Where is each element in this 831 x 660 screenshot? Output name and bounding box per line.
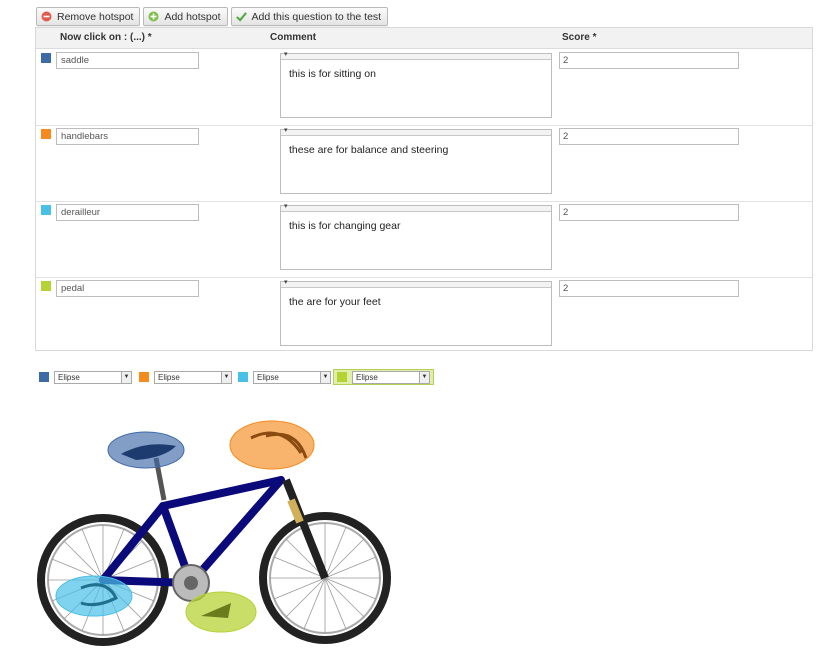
shape-select-value: Elipse	[257, 372, 279, 382]
shape-select-value: Elipse	[58, 372, 80, 382]
table-row: ▾ this is for sitting on	[36, 49, 812, 126]
shape-select[interactable]: Elipse ▼	[54, 370, 132, 384]
remove-hotspot-label: Remove hotspot	[57, 10, 134, 23]
shape-select-value: Elipse	[356, 372, 378, 382]
remove-hotspot-button[interactable]: Remove hotspot	[36, 7, 141, 26]
editor-toolbar: ▾	[281, 279, 551, 288]
add-hotspot-button[interactable]: Add hotspot	[143, 7, 228, 26]
shape-select[interactable]: Elipse ▼	[154, 370, 232, 384]
score-field[interactable]	[559, 280, 739, 297]
score-field[interactable]	[559, 52, 739, 69]
add-question-to-test-button[interactable]: Add this question to the test	[230, 7, 389, 26]
hotspot-color-swatch	[139, 372, 149, 382]
answer-field[interactable]	[56, 280, 199, 297]
editor-toolbar: ▾	[281, 51, 551, 60]
shape-selector: Elipse ▼	[238, 369, 331, 385]
hotspot-color-swatch	[41, 281, 51, 291]
hotspot-shape-selectors: Elipse ▼ Elipse ▼ Elipse ▼ Elipse ▼	[0, 369, 831, 385]
comment-editor[interactable]: ▾ this is for changing gear	[280, 203, 552, 270]
comment-editor[interactable]: ▾ the are for your feet	[280, 279, 552, 346]
toolbar: Remove hotspot Add hotspot Add this ques…	[36, 7, 389, 26]
toolbar-toggle-icon[interactable]: ▾	[284, 126, 288, 134]
dropdown-arrow-icon[interactable]: ▼	[221, 371, 231, 383]
add-question-label: Add this question to the test	[251, 10, 382, 23]
dropdown-arrow-icon[interactable]: ▼	[121, 371, 131, 383]
comment-editor[interactable]: ▾ these are for balance and steering	[280, 127, 552, 194]
minus-circle-icon	[41, 11, 52, 22]
answer-field[interactable]	[56, 128, 199, 145]
comment-text[interactable]: this is for sitting on	[281, 60, 551, 80]
plus-circle-icon	[148, 11, 159, 22]
shape-selector: Elipse ▼	[139, 369, 232, 385]
bicycle-image	[37, 420, 391, 646]
hotspot-color-swatch	[337, 372, 347, 382]
comment-text[interactable]: these are for balance and steering	[281, 136, 551, 156]
add-hotspot-label: Add hotspot	[164, 10, 221, 23]
score-field[interactable]	[559, 204, 739, 221]
comment-text[interactable]: this is for changing gear	[281, 212, 551, 232]
shape-select[interactable]: Elipse ▼	[253, 370, 331, 384]
table-header: Now click on : (...) * Comment Score *	[36, 28, 812, 49]
comment-text[interactable]: the are for your feet	[281, 288, 551, 308]
hotspot-color-swatch	[238, 372, 248, 382]
toolbar-toggle-icon[interactable]: ▾	[284, 278, 288, 286]
editor-toolbar: ▾	[281, 127, 551, 136]
hotspot-image-area[interactable]	[36, 418, 396, 656]
header-comment: Comment	[270, 32, 317, 43]
shape-selector: Elipse ▼	[39, 369, 132, 385]
table-row: ▾ the are for your feet	[36, 277, 812, 353]
answer-field[interactable]	[56, 204, 199, 221]
toolbar-toggle-icon[interactable]: ▾	[284, 202, 288, 210]
header-score: Score *	[562, 32, 597, 43]
dropdown-arrow-icon[interactable]: ▼	[320, 371, 330, 383]
dropdown-arrow-icon[interactable]: ▼	[419, 371, 429, 383]
hotspot-color-swatch	[39, 372, 49, 382]
table-row: ▾ this is for changing gear	[36, 201, 812, 278]
comment-editor[interactable]: ▾ this is for sitting on	[280, 51, 552, 118]
editor-toolbar: ▾	[281, 203, 551, 212]
hotspot-table: Now click on : (...) * Comment Score * ▾…	[35, 27, 813, 351]
answer-field[interactable]	[56, 52, 199, 69]
table-row: ▾ these are for balance and steering	[36, 125, 812, 202]
header-answer: Now click on : (...) *	[60, 32, 152, 43]
shape-select[interactable]: Elipse ▼	[352, 370, 430, 384]
hotspot-color-swatch	[41, 53, 51, 63]
shape-select-value: Elipse	[158, 372, 180, 382]
score-field[interactable]	[559, 128, 739, 145]
toolbar-toggle-icon[interactable]: ▾	[284, 50, 288, 58]
hotspot-color-swatch	[41, 205, 51, 215]
checkmark-icon	[235, 11, 247, 22]
shape-selector-active: Elipse ▼	[333, 369, 434, 385]
hotspot-color-swatch	[41, 129, 51, 139]
